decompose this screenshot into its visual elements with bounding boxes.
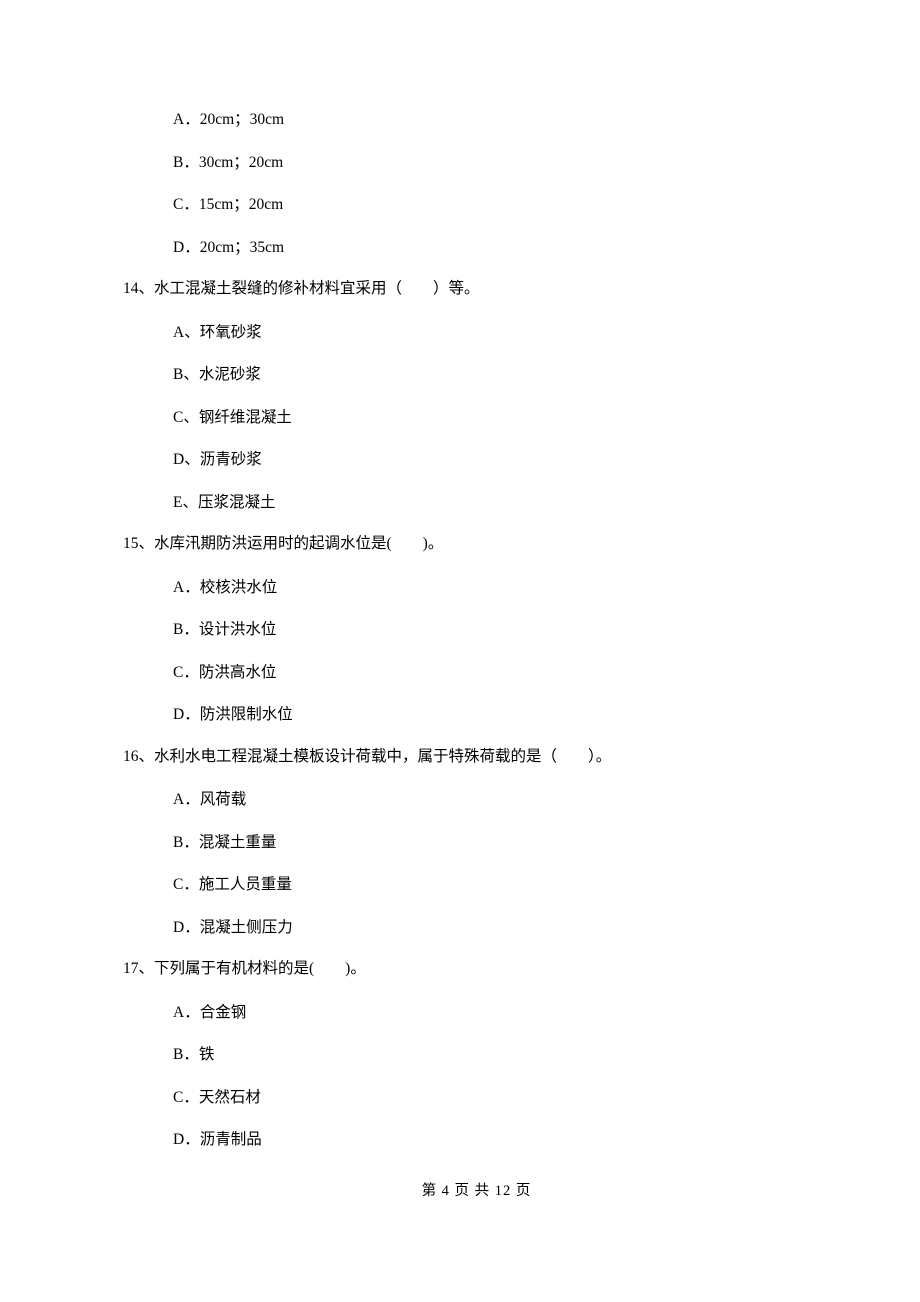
question-17-options: A．合金钢 B．铁 C．天然石材 D．沥青制品: [173, 1005, 830, 1148]
option-c: C．15cm；20cm: [173, 197, 830, 213]
option-e: E、压浆混凝土: [173, 495, 830, 511]
option-a: A．校核洪水位: [173, 580, 830, 596]
option-d: D．混凝土侧压力: [173, 920, 830, 936]
option-a: A．20cm；30cm: [173, 112, 830, 128]
question-15: 15、水库汛期防洪运用时的起调水位是( )。 A．校核洪水位 B．设计洪水位 C…: [123, 536, 830, 723]
option-d: D．防洪限制水位: [173, 707, 830, 723]
question-15-options: A．校核洪水位 B．设计洪水位 C．防洪高水位 D．防洪限制水位: [173, 580, 830, 723]
option-a: A．合金钢: [173, 1005, 830, 1021]
option-d: D．20cm；35cm: [173, 240, 830, 256]
option-c: C．天然石材: [173, 1090, 830, 1106]
question-14-text: 14、水工混凝土裂缝的修补材料宜采用（ ）等。: [123, 281, 830, 297]
question-14: 14、水工混凝土裂缝的修补材料宜采用（ ）等。 A、环氧砂浆 B、水泥砂浆 C、…: [123, 281, 830, 510]
option-b: B、水泥砂浆: [173, 367, 830, 383]
page: A．20cm；30cm B．30cm；20cm C．15cm；20cm D．20…: [0, 0, 920, 1198]
question-16-options: A．风荷载 B．混凝土重量 C．施工人员重量 D．混凝土侧压力: [173, 792, 830, 935]
option-a: A．风荷载: [173, 792, 830, 808]
question-16: 16、水利水电工程混凝土模板设计荷载中，属于特殊荷载的是（ ）。 A．风荷载 B…: [123, 749, 830, 936]
option-b: B．设计洪水位: [173, 622, 830, 638]
option-d: D．沥青制品: [173, 1132, 830, 1148]
option-d: D、沥青砂浆: [173, 452, 830, 468]
option-c: C．施工人员重量: [173, 877, 830, 893]
question-16-text: 16、水利水电工程混凝土模板设计荷载中，属于特殊荷载的是（ ）。: [123, 749, 830, 765]
option-b: B．30cm；20cm: [173, 155, 830, 171]
question-15-text: 15、水库汛期防洪运用时的起调水位是( )。: [123, 536, 830, 552]
option-c: C．防洪高水位: [173, 665, 830, 681]
page-footer: 第 4 页 共 12 页: [123, 1184, 830, 1199]
option-b: B．混凝土重量: [173, 835, 830, 851]
option-a: A、环氧砂浆: [173, 325, 830, 341]
question-14-options: A、环氧砂浆 B、水泥砂浆 C、钢纤维混凝土 D、沥青砂浆 E、压浆混凝土: [173, 325, 830, 511]
option-c: C、钢纤维混凝土: [173, 410, 830, 426]
question-17-text: 17、下列属于有机材料的是( )。: [123, 961, 830, 977]
question-17: 17、下列属于有机材料的是( )。 A．合金钢 B．铁 C．天然石材 D．沥青制…: [123, 961, 830, 1148]
option-b: B．铁: [173, 1047, 830, 1063]
question-13-options-continued: A．20cm；30cm B．30cm；20cm C．15cm；20cm D．20…: [173, 112, 830, 255]
